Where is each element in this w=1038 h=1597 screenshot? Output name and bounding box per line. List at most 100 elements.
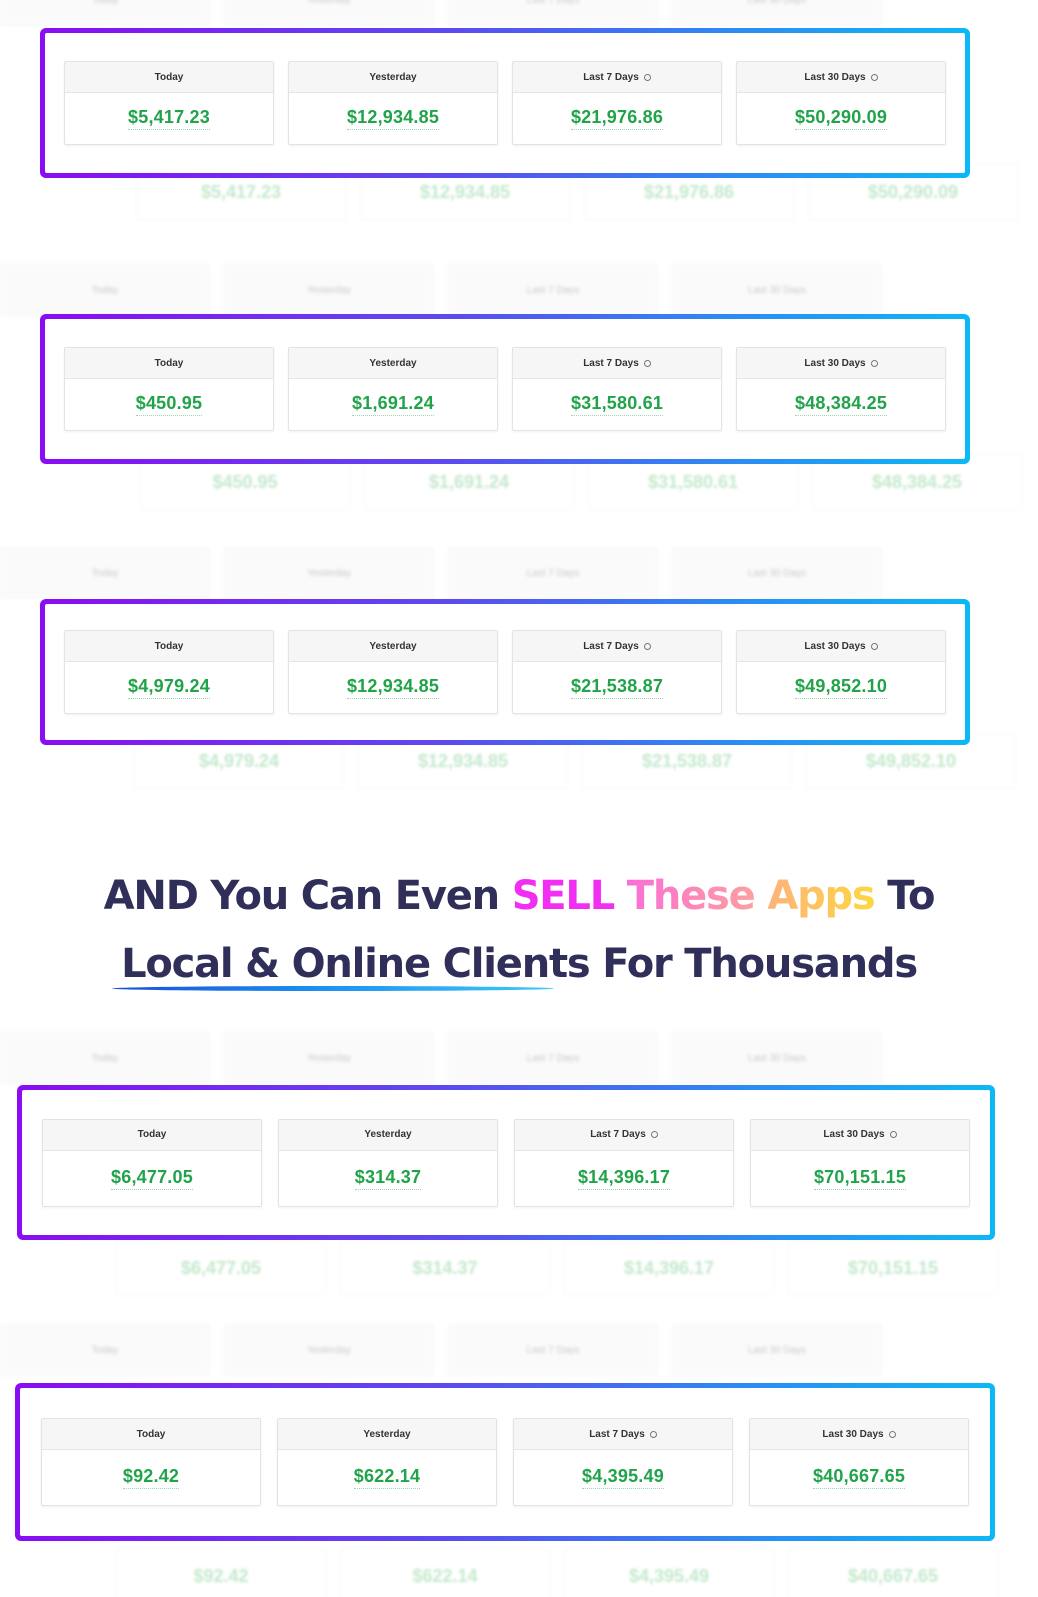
earnings-panel-1: Today $5,417.23 Yesterday $12,934.85 Las… bbox=[40, 28, 970, 178]
ghost-value: $14,396.17 bbox=[564, 1240, 774, 1296]
stat-amount[interactable]: $314.37 bbox=[354, 1167, 422, 1190]
stat-amount[interactable]: $622.14 bbox=[353, 1466, 421, 1489]
info-icon[interactable] bbox=[643, 73, 651, 81]
stat-card-last-7-days: Last 7 Days $21,538.87 bbox=[512, 630, 722, 714]
ghost-card: Last 30 Days bbox=[672, 0, 882, 26]
ghost-value: $6,477.05 bbox=[116, 1240, 326, 1296]
info-icon[interactable] bbox=[870, 73, 878, 81]
stat-amount[interactable]: $6,477.05 bbox=[111, 1167, 193, 1190]
stat-amount[interactable]: $12,934.85 bbox=[346, 676, 440, 699]
ghost-card: Today bbox=[0, 264, 210, 316]
stat-label: Last 30 Days bbox=[822, 1428, 884, 1440]
headline-text: AND You Can Even bbox=[103, 873, 512, 919]
stat-amount[interactable]: $92.42 bbox=[122, 1466, 180, 1489]
stat-label: Yesterday bbox=[363, 1428, 411, 1440]
stat-label: Last 30 Days bbox=[823, 1129, 885, 1140]
stat-label: Today bbox=[154, 71, 184, 83]
ghost-card: Last 7 Days bbox=[448, 1324, 658, 1376]
stat-card-last-7-days: Last 7 Days $31,580.61 bbox=[512, 347, 722, 431]
ghost-header-row: Today Yesterday Last 7 Days Last 30 Days bbox=[0, 547, 882, 599]
stat-amount[interactable]: $5,417.23 bbox=[128, 107, 210, 130]
ghost-card: Today bbox=[0, 1032, 210, 1084]
headline-sell: SELL bbox=[511, 873, 616, 919]
stat-label: Last 30 Days bbox=[804, 357, 866, 369]
ghost-card: Last 30 Days bbox=[672, 547, 882, 599]
ghost-value: $92.42 bbox=[116, 1548, 326, 1597]
info-icon[interactable] bbox=[870, 359, 878, 367]
ghost-card: Last 7 Days bbox=[448, 547, 658, 599]
stat-label: Today bbox=[136, 1428, 166, 1440]
headline-apps: Apps bbox=[767, 873, 875, 919]
earnings-panel-2: Today $450.95 Yesterday $1,691.24 Last 7… bbox=[40, 314, 970, 464]
stat-card-last-30-days: Last 30 Days $49,852.10 bbox=[736, 630, 946, 714]
ghost-value-row: $92.42 $622.14 $4,395.49 $40,667.65 bbox=[116, 1548, 998, 1597]
ghost-card: Yesterday bbox=[224, 1032, 434, 1084]
stat-amount[interactable]: $1,691.24 bbox=[352, 393, 434, 416]
stat-card-today: Today $5,417.23 bbox=[64, 61, 274, 145]
stat-label: Yesterday bbox=[369, 357, 417, 369]
stat-amount[interactable]: $4,395.49 bbox=[582, 1466, 664, 1489]
stat-label: Last 7 Days bbox=[583, 640, 639, 652]
ghost-value: $314.37 bbox=[340, 1240, 550, 1296]
info-icon[interactable] bbox=[649, 1430, 657, 1438]
stat-amount[interactable]: $40,667.65 bbox=[812, 1466, 906, 1489]
stat-amount[interactable]: $31,580.61 bbox=[570, 393, 664, 416]
stat-card-yesterday: Yesterday $314.37 bbox=[278, 1118, 498, 1207]
stat-label: Today bbox=[154, 640, 184, 652]
stat-card-yesterday: Yesterday $12,934.85 bbox=[288, 61, 498, 145]
stat-label: Last 7 Days bbox=[590, 1129, 646, 1140]
stat-amount[interactable]: $450.95 bbox=[135, 393, 203, 416]
ghost-card: Last 30 Days bbox=[672, 1324, 882, 1376]
info-icon[interactable] bbox=[870, 642, 878, 650]
stat-card-last-30-days: Last 30 Days $48,384.25 bbox=[736, 347, 946, 431]
ghost-card: Today bbox=[0, 547, 210, 599]
info-icon[interactable] bbox=[650, 1131, 658, 1138]
ghost-card: Yesterday bbox=[224, 264, 434, 316]
stat-card-yesterday: Yesterday $12,934.85 bbox=[288, 630, 498, 714]
stat-amount[interactable]: $12,934.85 bbox=[346, 107, 440, 130]
headline-text: To bbox=[874, 873, 935, 919]
ghost-value: $4,395.49 bbox=[564, 1548, 774, 1597]
stat-card-last-30-days: Last 30 Days $70,151.15 bbox=[750, 1118, 970, 1207]
ghost-card: Last 30 Days bbox=[672, 1032, 882, 1084]
ghost-value-row: $6,477.05 $314.37 $14,396.17 $70,151.15 bbox=[116, 1240, 998, 1296]
stat-amount[interactable]: $14,396.17 bbox=[577, 1167, 671, 1190]
stat-amount[interactable]: $48,384.25 bbox=[794, 393, 888, 416]
stat-label: Last 30 Days bbox=[804, 71, 866, 83]
stat-card-last-7-days: Last 7 Days $14,396.17 bbox=[514, 1118, 734, 1207]
stat-card-yesterday: Yesterday $622.14 bbox=[277, 1418, 497, 1506]
ghost-value: $622.14 bbox=[340, 1548, 550, 1597]
ghost-card: Yesterday bbox=[224, 0, 434, 26]
stat-card-today: Today $4,979.24 bbox=[64, 630, 274, 714]
stat-amount[interactable]: $49,852.10 bbox=[794, 676, 888, 699]
stat-amount[interactable]: $21,538.87 bbox=[570, 676, 664, 699]
stat-card-yesterday: Yesterday $1,691.24 bbox=[288, 347, 498, 431]
ghost-card: Last 7 Days bbox=[448, 0, 658, 26]
stat-label: Yesterday bbox=[369, 71, 417, 83]
stat-label: Today bbox=[137, 1129, 167, 1140]
stat-label: Last 7 Days bbox=[583, 71, 639, 83]
info-icon[interactable] bbox=[888, 1430, 896, 1438]
stat-amount[interactable]: $4,979.24 bbox=[128, 676, 210, 699]
headline-underline bbox=[112, 986, 554, 991]
ghost-header-row: Today Yesterday Last 7 Days Last 30 Days bbox=[0, 264, 882, 316]
stat-card-last-30-days: Last 30 Days $50,290.09 bbox=[736, 61, 946, 145]
stat-card-today: Today $6,477.05 bbox=[42, 1118, 262, 1207]
stat-amount[interactable]: $50,290.09 bbox=[794, 107, 888, 130]
info-icon[interactable] bbox=[643, 359, 651, 367]
stat-label: Last 30 Days bbox=[804, 640, 866, 652]
stat-amount[interactable]: $70,151.15 bbox=[813, 1167, 907, 1190]
ghost-value: $40,667.65 bbox=[788, 1548, 998, 1597]
ghost-card: Last 7 Days bbox=[448, 264, 658, 316]
info-icon[interactable] bbox=[889, 1131, 897, 1138]
stat-amount[interactable]: $21,976.86 bbox=[570, 107, 664, 130]
ghost-header-row: Today Yesterday Last 7 Days Last 30 Days bbox=[0, 0, 882, 26]
headline-line-1: AND You Can Even SELL These Apps To bbox=[0, 862, 1038, 930]
stat-label: Yesterday bbox=[364, 1129, 412, 1140]
stat-card-today: Today $450.95 bbox=[64, 347, 274, 431]
ghost-header-row: Today Yesterday Last 7 Days Last 30 Days bbox=[0, 1324, 882, 1376]
ghost-card: Yesterday bbox=[224, 547, 434, 599]
headline-these: These bbox=[626, 873, 756, 919]
stat-card-last-30-days: Last 30 Days $40,667.65 bbox=[749, 1418, 969, 1506]
info-icon[interactable] bbox=[643, 642, 651, 650]
